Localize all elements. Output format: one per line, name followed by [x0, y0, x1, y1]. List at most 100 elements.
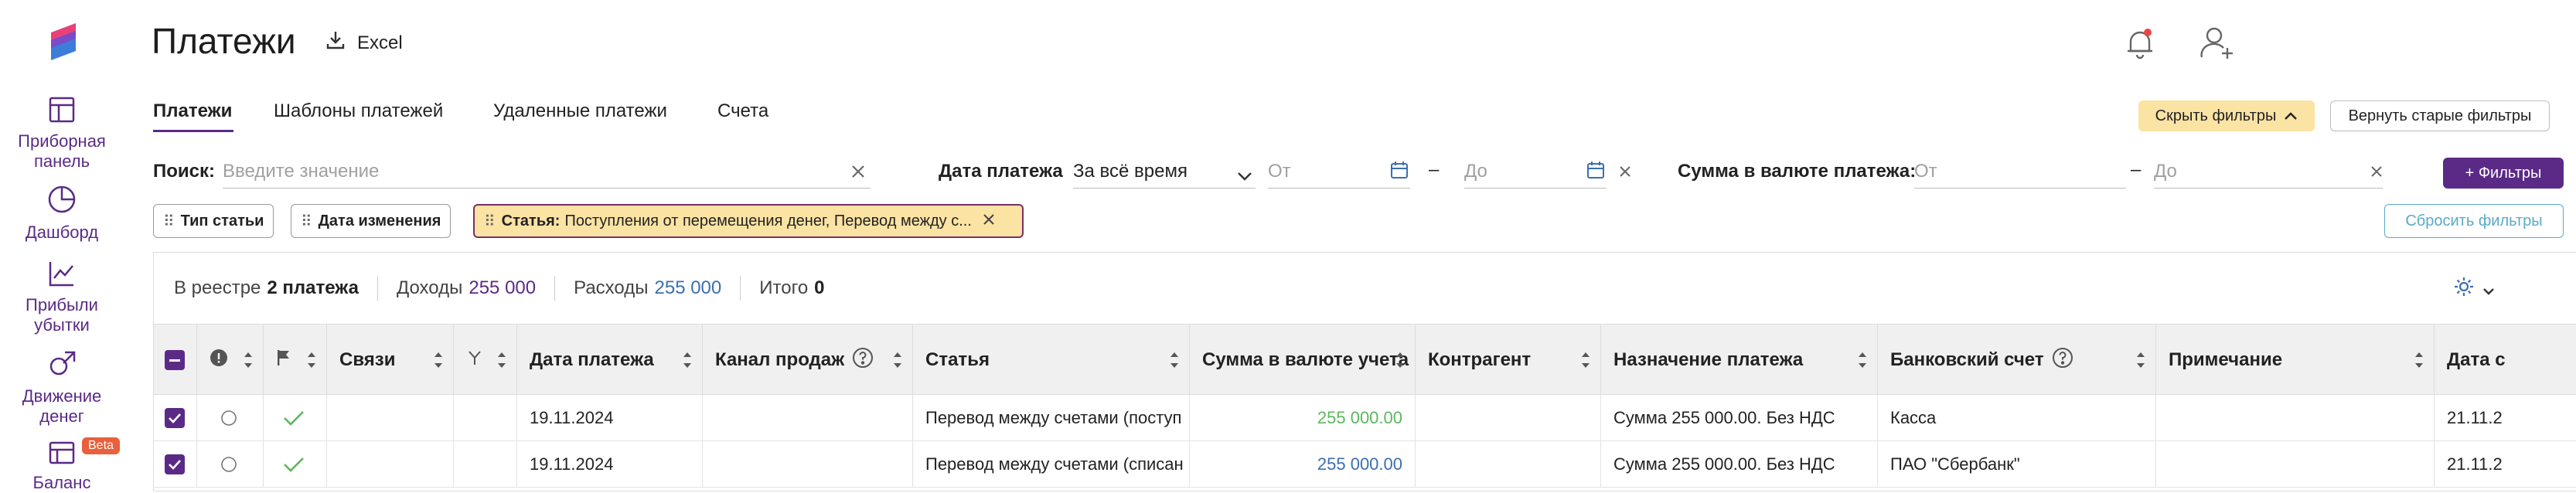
total-value: 0 [814, 277, 825, 298]
header-split[interactable] [454, 325, 517, 396]
sort-icon[interactable] [1395, 349, 1406, 371]
drag-handle-icon[interactable]: ⠿ [163, 212, 175, 231]
sort-icon[interactable] [306, 349, 317, 371]
hide-filters-button[interactable]: Скрыть фильтры [2138, 100, 2315, 131]
drag-handle-icon[interactable]: ⠿ [301, 212, 312, 231]
table-row[interactable]: 19.11.2024 Перевод между счетами (поступ… [154, 395, 2576, 441]
header-label: Контрагент [1428, 349, 1532, 370]
amount-from-input[interactable]: От [1914, 155, 2126, 189]
calendar-icon[interactable] [1586, 161, 1605, 185]
cell-channel [703, 441, 913, 488]
table-settings-button[interactable] [2453, 276, 2495, 303]
help-icon[interactable] [2052, 347, 2073, 374]
row-checkbox[interactable] [154, 395, 197, 441]
user-add-icon[interactable] [2200, 25, 2234, 64]
sidebar-item-label: панель [33, 151, 90, 171]
flag-icon [276, 348, 291, 372]
cell-links [327, 395, 454, 441]
active-tab-indicator [153, 130, 233, 132]
header-note[interactable]: Примечание [2156, 325, 2435, 396]
header-sales-channel[interactable]: Канал продаж [703, 325, 913, 396]
clear-search-icon[interactable] [850, 164, 866, 183]
close-icon[interactable] [983, 212, 995, 230]
header-label: Статья [925, 349, 990, 370]
row-checkbox[interactable] [154, 441, 197, 488]
tab-payments[interactable]: Платежи [153, 100, 232, 122]
check-icon [264, 441, 327, 488]
filter-chip-change-date[interactable]: ⠿ Дата изменения [291, 204, 451, 238]
amount-range-dash: – [2131, 159, 2142, 180]
header-article[interactable]: Статья [913, 325, 1190, 396]
table-row[interactable]: 19.11.2024 Перевод между счетами (списан… [154, 441, 2576, 488]
excel-label: Excel [357, 32, 403, 53]
sidebar-item-cash-flow[interactable]: Движение денег [0, 348, 124, 427]
app-logo[interactable] [46, 22, 80, 63]
sort-icon[interactable] [2135, 349, 2146, 371]
date-period-select[interactable]: За всё время [1073, 155, 1256, 189]
sort-icon[interactable] [496, 349, 507, 371]
clear-amount-icon[interactable] [2370, 165, 2383, 182]
header-purpose[interactable]: Назначение платежа [1601, 325, 1878, 396]
header-date-created[interactable]: Дата с [2435, 325, 2576, 396]
chevron-up-icon [2284, 107, 2298, 125]
sidebar-item-profit-loss[interactable]: Прибыли убытки [0, 260, 124, 335]
sort-icon[interactable] [892, 349, 903, 371]
header-flag[interactable] [264, 325, 327, 396]
cell-split [454, 441, 517, 488]
notifications-bell-icon[interactable] [2125, 26, 2155, 64]
cell-article: Перевод между счетами (поступ [913, 395, 1190, 441]
chip-label: Дата изменения [318, 212, 441, 230]
registry-count: 2 платежа [267, 277, 359, 298]
header-amount[interactable]: Сумма в валюте учета [1190, 325, 1416, 396]
date-to-input[interactable]: До [1464, 155, 1607, 189]
header-links[interactable]: Связи [327, 325, 454, 396]
select-all-checkbox[interactable] [154, 325, 197, 396]
header-bank-account[interactable]: Банковский счет [1878, 325, 2156, 396]
date-period-value: За всё время [1073, 161, 1187, 182]
add-filters-button[interactable]: + Фильтры [2443, 158, 2564, 189]
date-from-input[interactable]: От [1268, 155, 1410, 189]
bar-chart-icon [0, 260, 124, 292]
check-icon [264, 395, 327, 441]
restore-old-filters-button[interactable]: Вернуть старые фильтры [2330, 100, 2550, 131]
sidebar-item-label: Баланс [32, 473, 91, 492]
status-radio[interactable] [197, 395, 264, 441]
filter-chip-article[interactable]: ⠿ Статья: Поступления от перемещения ден… [473, 204, 1024, 238]
filter-chip-article-type[interactable]: ⠿ Тип статьи [153, 204, 274, 238]
reset-filters-button[interactable]: Сбросить фильтры [2384, 204, 2564, 238]
chevron-down-icon [2482, 279, 2495, 301]
sort-icon[interactable] [243, 349, 254, 371]
sidebar-item-label: Прибыли [26, 295, 98, 314]
cell-article: Перевод между счетами (списан [913, 441, 1190, 488]
header-label: Примечание [2169, 349, 2283, 370]
help-icon[interactable] [852, 347, 874, 374]
sidebar-item-dashboard[interactable]: Дашборд [0, 184, 124, 243]
split-icon [466, 349, 483, 372]
amount-from-placeholder: От [1914, 161, 1937, 182]
sidebar-item-label: Приборная [18, 131, 106, 151]
calendar-icon[interactable] [1390, 161, 1409, 185]
tab-accounts[interactable]: Счета [717, 100, 768, 122]
sidebar-item-dashboard-panel[interactable]: Приборная панель [0, 96, 124, 172]
clear-date-icon[interactable] [1619, 165, 1631, 182]
status-radio[interactable] [197, 441, 264, 488]
chevron-down-icon [1237, 165, 1252, 187]
sort-icon[interactable] [433, 349, 444, 371]
sort-icon[interactable] [2414, 349, 2424, 371]
sidebar-item-label: убытки [34, 315, 90, 335]
header-status[interactable] [197, 325, 264, 396]
excel-export-button[interactable]: Excel [325, 29, 403, 56]
cell-links [327, 441, 454, 488]
tab-payment-templates[interactable]: Шаблоны платежей [274, 100, 443, 122]
amount-to-input[interactable]: До [2154, 155, 2383, 189]
cell-purpose: Сумма 255 000.00. Без НДС [1601, 395, 1878, 441]
tab-deleted-payments[interactable]: Удаленные платежи [493, 100, 667, 122]
drag-handle-icon[interactable]: ⠿ [484, 212, 496, 231]
header-payment-date[interactable]: Дата платежа [517, 325, 703, 396]
sort-icon[interactable] [682, 349, 693, 371]
sort-icon[interactable] [1169, 349, 1180, 371]
sort-icon[interactable] [1857, 349, 1868, 371]
search-input[interactable]: Введите значение [223, 155, 871, 189]
header-counterparty[interactable]: Контрагент [1416, 325, 1601, 396]
sort-icon[interactable] [1580, 349, 1591, 371]
